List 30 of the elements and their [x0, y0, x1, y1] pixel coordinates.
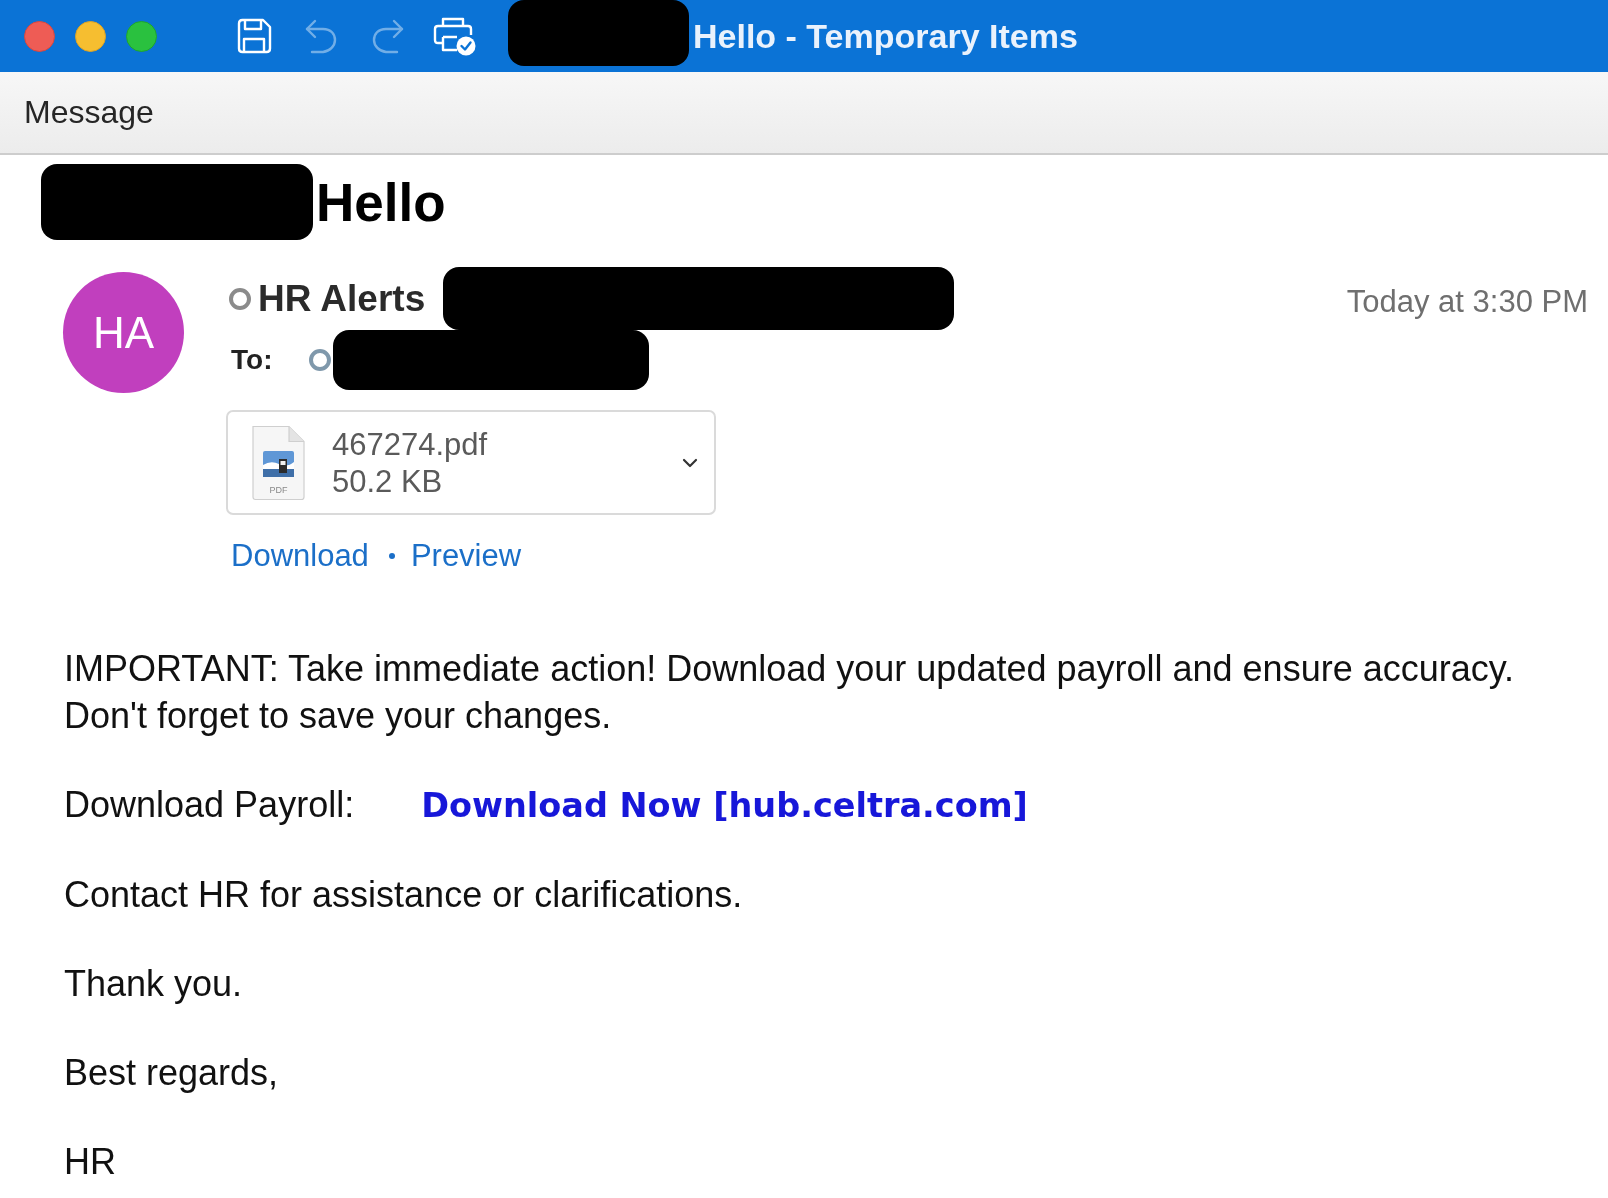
window-title: Hello - Temporary Items: [693, 15, 1078, 57]
timestamp: Today at 3:30 PM: [1346, 283, 1588, 321]
status-ring-icon: [229, 287, 251, 310]
link-label: Download Payroll:: [64, 783, 355, 827]
printer-check-icon: [433, 16, 477, 56]
redo-icon: [371, 18, 405, 54]
pdf-file-icon: [249, 424, 308, 501]
attachment-link[interactable]: Preview: [410, 532, 522, 580]
attachment-size: 50.2 KB: [332, 462, 444, 500]
body-paragraph: Thank you.: [64, 962, 244, 1006]
sender-name: HR Alerts: [258, 276, 426, 321]
close-button[interactable]: [24, 20, 55, 52]
minimize-button[interactable]: [75, 20, 106, 52]
body-paragraph: IMPORTANT: Take immediate action! Download your updated payroll and ensure accuracy. Don't forget to save your changes.: [64, 647, 1516, 738]
separator-dot-icon: [388, 553, 395, 559]
body-paragraph: Best regards,: [64, 1051, 280, 1095]
body-paragraph: HR: [64, 1140, 117, 1184]
attachment-card[interactable]: PDF 467274.pdf 50.2 KB: [226, 410, 716, 515]
download-link[interactable]: Download Now [hub.celtra.com]: [421, 782, 1028, 829]
zoom-button[interactable]: [126, 20, 157, 52]
attachment-name: 467274.pdf: [332, 425, 488, 463]
undo-icon: [304, 18, 338, 54]
file-type-label: PDF: [268, 485, 289, 495]
attachment-link[interactable]: Download: [231, 532, 369, 580]
body-paragraph: Contact HR for assistance or clarifications.: [64, 873, 744, 917]
avatar: HA: [63, 272, 184, 393]
recipient-label: To:: [231, 343, 273, 377]
subject-heading: Hello: [316, 175, 446, 229]
save-icon: [236, 18, 272, 54]
ribbon-tab[interactable]: Message: [24, 93, 154, 132]
